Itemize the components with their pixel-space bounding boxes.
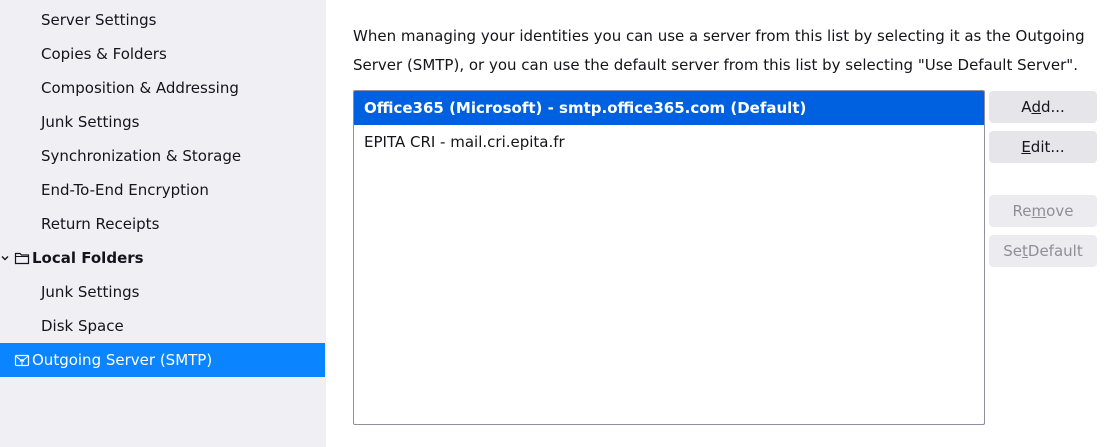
sidebar-item-label: Outgoing Server (SMTP) (32, 351, 213, 369)
sidebar-item-label: End-To-End Encryption (41, 181, 209, 199)
sidebar-item-composition-addressing[interactable]: Composition & Addressing (0, 71, 325, 105)
set-default-button-label-pre: Se (1003, 242, 1023, 260)
remove-button-label-pre: Re (1012, 202, 1032, 220)
sidebar-item-end-to-end-encryption[interactable]: End-To-End Encryption (0, 173, 325, 207)
sidebar-item-label: Composition & Addressing (41, 79, 239, 97)
sidebar-item-local-folders[interactable]: Local Folders (0, 241, 325, 275)
sidebar-item-server-settings[interactable]: Server Settings (0, 3, 325, 37)
sidebar-item-label: Return Receipts (41, 215, 160, 233)
remove-button[interactable]: Re m ove (989, 195, 1097, 227)
account-settings-sidebar: Server Settings Copies & Folders Composi… (0, 0, 326, 447)
set-default-button-label-post: Default (1027, 242, 1083, 260)
remove-button-accesskey: m (1031, 202, 1047, 220)
set-default-button[interactable]: Se t Default (989, 235, 1097, 267)
outgoing-server-icon (14, 352, 30, 368)
list-item[interactable]: EPITA CRI - mail.cri.epita.fr (354, 125, 984, 159)
chevron-down-icon[interactable] (0, 253, 10, 263)
list-item[interactable]: Office365 (Microsoft) - smtp.office365.c… (354, 91, 984, 125)
sidebar-item-return-receipts[interactable]: Return Receipts (0, 207, 325, 241)
sidebar-item-local-junk-settings[interactable]: Junk Settings (0, 275, 325, 309)
sidebar-item-junk-settings[interactable]: Junk Settings (0, 105, 325, 139)
edit-button-accesskey: E (1021, 138, 1031, 156)
sidebar-item-label: Junk Settings (41, 113, 140, 131)
sidebar-item-synchronization-storage[interactable]: Synchronization & Storage (0, 139, 325, 173)
sidebar-item-outgoing-server[interactable]: Outgoing Server (SMTP) (0, 343, 325, 377)
smtp-description: When managing your identities you can us… (353, 27, 1085, 74)
sidebar-item-disk-space[interactable]: Disk Space (0, 309, 325, 343)
add-button-accesskey: d (1031, 98, 1041, 116)
sidebar-item-label: Disk Space (41, 317, 124, 335)
folder-icon (14, 250, 30, 266)
add-button[interactable]: Ad d... (989, 91, 1097, 123)
sidebar-item-label: Synchronization & Storage (41, 147, 242, 165)
remove-button-label-post: ove (1046, 202, 1074, 220)
sidebar-item-label: Server Settings (41, 11, 157, 29)
add-button-label-post: d... (1040, 98, 1065, 116)
add-button-label-pre: A (1021, 98, 1032, 116)
sidebar-item-label: Copies & Folders (41, 45, 167, 63)
smtp-server-list[interactable]: Office365 (Microsoft) - smtp.office365.c… (353, 90, 985, 425)
sidebar-item-label: Local Folders (32, 249, 144, 267)
sidebar-item-label: Junk Settings (41, 283, 140, 301)
outgoing-server-pane: When managing your identities you can us… (326, 0, 1118, 447)
sidebar-item-copies-folders[interactable]: Copies & Folders (0, 37, 325, 71)
edit-button[interactable]: Edit... (989, 131, 1097, 163)
edit-button-label-post: dit... (1030, 138, 1065, 156)
